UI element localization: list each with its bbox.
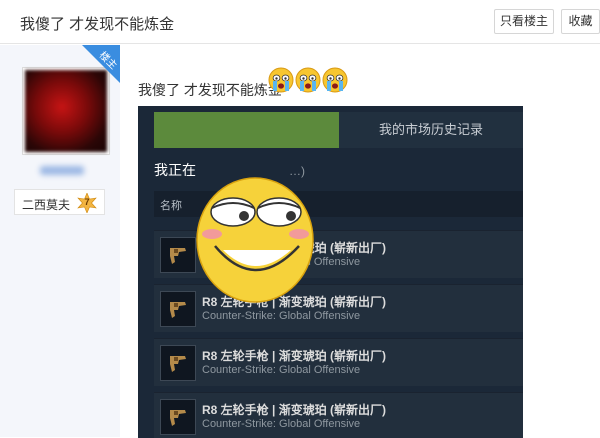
only-op-button[interactable]: 只看楼主 bbox=[494, 9, 554, 34]
item-game: Counter-Strike: Global Offensive bbox=[202, 310, 361, 322]
favorite-button[interactable]: 收藏 bbox=[561, 9, 600, 34]
level-name: 二西莫夫 bbox=[22, 198, 71, 212]
revolver-icon bbox=[160, 237, 196, 273]
listing-row: R8 左轮手枪 | 渐变琥珀 (崭新出厂) Counter-Strike: Gl… bbox=[154, 392, 523, 438]
smirk-emoji-icon bbox=[196, 177, 314, 303]
post-text: 我傻了 才发现不能炼金 bbox=[138, 82, 282, 98]
item-game: Counter-Strike: Global Offensive bbox=[202, 418, 361, 430]
author-sidebar: 楼主 二西莫夫 7 bbox=[0, 45, 120, 437]
level-star-icon: 7 bbox=[77, 192, 97, 214]
op-ribbon: 楼主 bbox=[82, 45, 120, 83]
tab-active-listings bbox=[154, 112, 339, 148]
revolver-icon bbox=[160, 345, 196, 381]
crying-emoji-icon bbox=[295, 67, 321, 93]
op-badge-label: 楼主 bbox=[96, 49, 119, 72]
revolver-icon bbox=[160, 399, 196, 435]
username-blurred[interactable] bbox=[40, 166, 84, 175]
crying-emoji-icon bbox=[268, 67, 294, 93]
listing-heading: 我正在 bbox=[154, 162, 196, 178]
level-tag: 二西莫夫 7 bbox=[14, 189, 105, 215]
item-name: R8 左轮手枪 | 渐变琥珀 (崭新出厂) bbox=[202, 349, 387, 363]
thread-title: 我傻了 才发现不能炼金 bbox=[20, 16, 175, 33]
thread-header: 我傻了 才发现不能炼金 只看楼主 收藏 bbox=[0, 0, 600, 44]
listing-row: R8 左轮手枪 | 渐变琥珀 (崭新出厂) Counter-Strike: Gl… bbox=[154, 338, 523, 386]
crying-emoji-icon bbox=[322, 67, 348, 93]
market-screenshot[interactable]: 我的市场历史记录 我正在 …) 名称 R8 左轮手枪 | 渐变琥珀 (崭新出厂)… bbox=[138, 106, 523, 438]
level-number: 7 bbox=[84, 197, 90, 207]
revolver-icon bbox=[160, 291, 196, 327]
tab-market-history: 我的市场历史记录 bbox=[339, 112, 523, 148]
item-game: Counter-Strike: Global Offensive bbox=[202, 364, 361, 376]
post-content: 我傻了 才发现不能炼金 我的市场历史记录 我正在 …) 名称 (崭新出厂) Of… bbox=[120, 45, 600, 438]
item-name: R8 左轮手枪 | 渐变琥珀 (崭新出厂) bbox=[202, 403, 387, 417]
column-name: 名称 bbox=[160, 200, 182, 212]
